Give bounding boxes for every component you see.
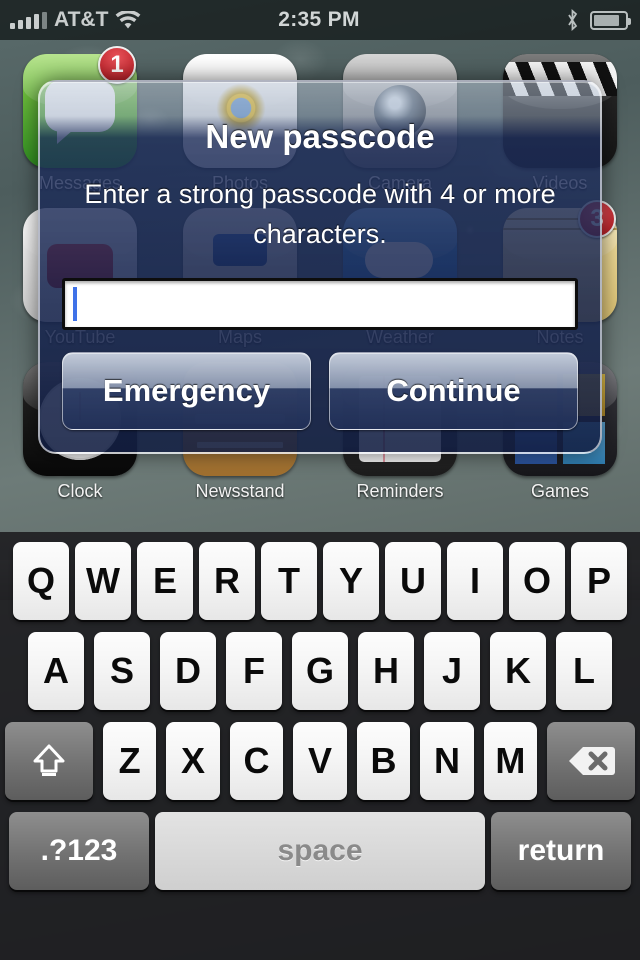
key-r[interactable]: R xyxy=(199,542,255,620)
key-w[interactable]: W xyxy=(75,542,131,620)
bluetooth-icon xyxy=(568,8,578,31)
delete-icon xyxy=(569,747,616,775)
messages-badge: 1 xyxy=(98,46,136,84)
emergency-button[interactable]: Emergency xyxy=(62,352,311,430)
text-caret xyxy=(73,287,77,321)
signal-bars-icon xyxy=(10,11,47,29)
dialog-buttons: Emergency Continue xyxy=(62,352,578,430)
key-p[interactable]: P xyxy=(571,542,627,620)
status-bar-clock: 2:35 PM xyxy=(278,8,360,31)
key-h[interactable]: H xyxy=(358,632,414,710)
shift-key[interactable] xyxy=(5,722,93,800)
key-j[interactable]: J xyxy=(424,632,480,710)
key-t[interactable]: T xyxy=(261,542,317,620)
keyboard-row-4: .?123 space return xyxy=(0,812,640,890)
key-q[interactable]: Q xyxy=(13,542,69,620)
key-o[interactable]: O xyxy=(509,542,565,620)
key-b[interactable]: B xyxy=(356,722,411,800)
key-v[interactable]: V xyxy=(293,722,347,800)
key-d[interactable]: D xyxy=(160,632,216,710)
onscreen-keyboard: Q W E R T Y U I O P A S D F G H J K L Z … xyxy=(0,532,640,960)
key-c[interactable]: C xyxy=(229,722,284,800)
app-label: Games xyxy=(530,481,590,501)
key-f[interactable]: F xyxy=(226,632,282,710)
key-m[interactable]: M xyxy=(483,722,538,800)
space-key[interactable]: space xyxy=(155,812,485,890)
dialog-message: Enter a strong passcode with 4 or more c… xyxy=(84,179,556,249)
dialog-title: New passcode xyxy=(205,118,435,155)
key-a[interactable]: A xyxy=(28,632,84,710)
return-key[interactable]: return xyxy=(491,812,631,890)
app-label: Newsstand xyxy=(195,481,285,501)
key-y[interactable]: Y xyxy=(323,542,379,620)
shift-icon xyxy=(33,744,65,776)
keyboard-row-1: Q W E R T Y U I O P xyxy=(0,542,640,620)
keyboard-row-3: Z X C V B N M xyxy=(0,722,640,800)
keyboard-row-2: A S D F G H J K L xyxy=(0,632,640,710)
status-bar: AT&T 2:35 PM xyxy=(0,0,640,40)
continue-button[interactable]: Continue xyxy=(329,352,578,430)
key-u[interactable]: U xyxy=(385,542,441,620)
key-i[interactable]: I xyxy=(447,542,503,620)
delete-key[interactable] xyxy=(547,722,635,800)
key-k[interactable]: K xyxy=(490,632,546,710)
status-bar-left: AT&T xyxy=(0,8,278,32)
battery-icon xyxy=(590,10,631,30)
key-x[interactable]: X xyxy=(166,722,220,800)
key-l[interactable]: L xyxy=(556,632,612,710)
app-label: Reminders xyxy=(356,481,444,501)
status-bar-right xyxy=(360,8,640,32)
key-g[interactable]: G xyxy=(292,632,348,710)
carrier-label: AT&T xyxy=(54,8,109,31)
key-e[interactable]: E xyxy=(137,542,193,620)
key-n[interactable]: N xyxy=(420,722,474,800)
key-z[interactable]: Z xyxy=(102,722,157,800)
new-passcode-dialog: New passcode Enter a strong passcode wit… xyxy=(38,80,602,454)
app-label: Clock xyxy=(57,481,103,501)
passcode-input[interactable] xyxy=(62,278,578,330)
key-s[interactable]: S xyxy=(94,632,150,710)
numbers-key[interactable]: .?123 xyxy=(9,812,149,890)
wifi-icon xyxy=(116,10,141,28)
